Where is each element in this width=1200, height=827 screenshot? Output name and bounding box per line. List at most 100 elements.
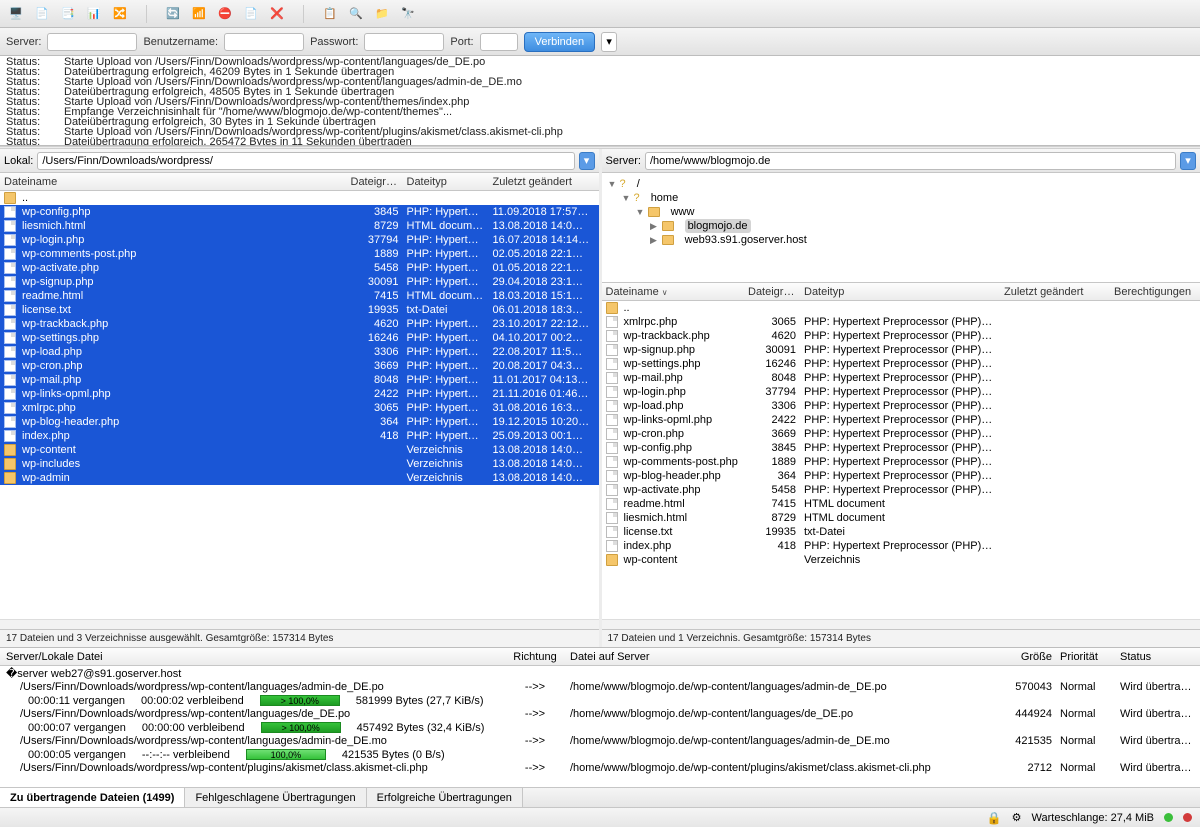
col-size[interactable]: Dateigröße [744, 286, 800, 298]
list-item[interactable]: wp-blog-header.php364PHP: Hypertext Prep… [602, 469, 1200, 483]
toggle-log-icon[interactable]: 📑 [58, 4, 78, 24]
qcol-dir[interactable]: Richtung [500, 651, 570, 663]
list-item[interactable]: xmlrpc.php3065PHP: Hyperte…31.08.2016 16… [0, 401, 599, 415]
col-name[interactable]: Dateiname [0, 176, 347, 188]
remote-scrollbar[interactable] [602, 619, 1200, 629]
list-item[interactable]: xmlrpc.php3065PHP: Hypertext Preprocesso… [602, 315, 1200, 329]
queue-host-row[interactable]: �server web27@s91.goserver.host [0, 666, 1200, 680]
refresh-icon[interactable]: 🔄 [163, 4, 183, 24]
message-log[interactable]: Status:Starte Upload von /Users/Finn/Dow… [0, 56, 1200, 146]
list-item[interactable]: .. [0, 191, 599, 205]
process-queue-icon[interactable]: 📶 [189, 4, 209, 24]
disconnect-icon[interactable]: 📄 [241, 4, 261, 24]
local-label: Lokal: [4, 155, 33, 167]
local-path-dropdown[interactable]: ▾ [579, 152, 595, 170]
list-item[interactable]: wp-config.php3845PHP: Hypertext Preproce… [602, 441, 1200, 455]
queue-item[interactable]: /Users/Finn/Downloads/wordpress/wp-conte… [0, 734, 1200, 748]
list-item[interactable]: .. [602, 301, 1200, 315]
remote-path-bar: Server: ▾ [602, 149, 1200, 173]
list-item[interactable]: wp-contentVerzeichnis13.08.2018 14:0… [0, 443, 599, 457]
list-item[interactable]: wp-signup.php30091PHP: Hyperte…29.04.201… [0, 275, 599, 289]
list-item[interactable]: wp-activate.php5458PHP: Hypertext Prepro… [602, 483, 1200, 497]
list-item[interactable]: readme.html7415HTML document [602, 497, 1200, 511]
qcol-remote[interactable]: Datei auf Server [570, 651, 1000, 663]
remote-tree[interactable]: ▼? / ▼? home ▼ www ▶ blogmojo.de ▶ web93… [602, 173, 1200, 283]
local-file-list[interactable]: ..wp-config.php3845PHP: Hyperte…11.09.20… [0, 191, 599, 619]
col-size[interactable]: Dateigröße [347, 176, 403, 188]
list-item[interactable]: wp-config.php3845PHP: Hyperte…11.09.2018… [0, 205, 599, 219]
col-type[interactable]: Dateityp [800, 286, 1000, 298]
list-item[interactable]: license.txt19935txt-Datei06.01.2018 18:3… [0, 303, 599, 317]
remote-path-dropdown[interactable]: ▾ [1180, 152, 1196, 170]
cancel-icon[interactable]: ⛔ [215, 4, 235, 24]
qcol-file[interactable]: Server/Lokale Datei [0, 651, 500, 663]
search-icon[interactable]: 🔍 [346, 4, 366, 24]
username-label: Benutzername: [143, 36, 218, 48]
connect-button[interactable]: Verbinden [524, 32, 596, 52]
local-path-input[interactable] [37, 152, 574, 170]
list-item[interactable]: index.php418PHP: Hyperte…25.09.2013 00:1… [0, 429, 599, 443]
filter-icon[interactable]: 📋 [320, 4, 340, 24]
server-input[interactable] [47, 33, 137, 51]
tab-success[interactable]: Erfolgreiche Übertragungen [367, 788, 523, 807]
binoculars-icon[interactable]: 🔭 [398, 4, 418, 24]
list-item[interactable]: wp-contentVerzeichnis [602, 553, 1200, 567]
connect-dropdown[interactable]: ▾ [601, 32, 617, 52]
reconnect-icon[interactable]: ❌ [267, 4, 287, 24]
list-item[interactable]: wp-includesVerzeichnis13.08.2018 14:0… [0, 457, 599, 471]
list-item[interactable]: liesmich.html8729HTML document [602, 511, 1200, 525]
list-item[interactable]: wp-settings.php16246PHP: Hypertext Prepr… [602, 357, 1200, 371]
toggle-tree-icon[interactable]: 📊 [84, 4, 104, 24]
quickconnect-icon[interactable]: 📄 [32, 4, 52, 24]
list-item[interactable]: wp-login.php37794PHP: Hyperte…16.07.2018… [0, 233, 599, 247]
remote-file-list[interactable]: ..xmlrpc.php3065PHP: Hypertext Preproces… [602, 301, 1200, 619]
list-item[interactable]: readme.html7415HTML docum…18.03.2018 15:… [0, 289, 599, 303]
list-item[interactable]: liesmich.html8729HTML docum…13.08.2018 1… [0, 219, 599, 233]
qcol-status[interactable]: Status [1120, 651, 1200, 663]
list-item[interactable]: wp-trackback.php4620PHP: Hyperte…23.10.2… [0, 317, 599, 331]
col-modified[interactable]: Zuletzt geändert [1000, 286, 1110, 298]
list-item[interactable]: wp-cron.php3669PHP: Hyperte…20.08.2017 0… [0, 359, 599, 373]
remote-header[interactable]: Dateiname∨ Dateigröße Dateityp Zuletzt g… [602, 283, 1200, 301]
list-item[interactable]: wp-adminVerzeichnis13.08.2018 14:0… [0, 471, 599, 485]
queue-list[interactable]: �server web27@s91.goserver.host/Users/Fi… [0, 666, 1200, 787]
queue-header[interactable]: Server/Lokale Datei Richtung Datei auf S… [0, 648, 1200, 666]
list-item[interactable]: wp-mail.php8048PHP: Hypertext Preprocess… [602, 371, 1200, 385]
port-input[interactable] [480, 33, 518, 51]
col-name[interactable]: Dateiname∨ [602, 286, 745, 298]
col-type[interactable]: Dateityp [403, 176, 489, 188]
list-item[interactable]: wp-trackback.php4620PHP: Hypertext Prepr… [602, 329, 1200, 343]
list-item[interactable]: wp-load.php3306PHP: Hypertext Preprocess… [602, 399, 1200, 413]
sync-browse-icon[interactable]: 🔀 [110, 4, 130, 24]
queue-item[interactable]: /Users/Finn/Downloads/wordpress/wp-conte… [0, 707, 1200, 721]
list-item[interactable]: wp-blog-header.php364PHP: Hyperte…19.12.… [0, 415, 599, 429]
local-header[interactable]: Dateiname Dateigröße Dateityp Zuletzt ge… [0, 173, 599, 191]
username-input[interactable] [224, 33, 304, 51]
remote-path-input[interactable] [645, 152, 1176, 170]
list-item[interactable]: wp-load.php3306PHP: Hyperte…22.08.2017 1… [0, 345, 599, 359]
col-modified[interactable]: Zuletzt geändert [489, 176, 599, 188]
list-item[interactable]: wp-login.php37794PHP: Hypertext Preproce… [602, 385, 1200, 399]
list-item[interactable]: wp-mail.php8048PHP: Hyperte…11.01.2017 0… [0, 373, 599, 387]
list-item[interactable]: wp-activate.php5458PHP: Hyperte…01.05.20… [0, 261, 599, 275]
list-item[interactable]: wp-links-opml.php2422PHP: Hyperte…21.11.… [0, 387, 599, 401]
list-item[interactable]: wp-comments-post.php1889PHP: Hypertext P… [602, 455, 1200, 469]
list-item[interactable]: wp-settings.php16246PHP: Hyperte…04.10.2… [0, 331, 599, 345]
list-item[interactable]: wp-cron.php3669PHP: Hypertext Preprocess… [602, 427, 1200, 441]
col-permissions[interactable]: Berechtigungen [1110, 286, 1200, 298]
qcol-size[interactable]: Größe [1000, 651, 1060, 663]
tab-failed[interactable]: Fehlgeschlagene Übertragungen [185, 788, 366, 807]
tab-queued[interactable]: Zu übertragende Dateien (1499) [0, 788, 185, 807]
list-item[interactable]: wp-links-opml.php2422PHP: Hypertext Prep… [602, 413, 1200, 427]
list-item[interactable]: license.txt19935txt-Datei [602, 525, 1200, 539]
local-scrollbar[interactable] [0, 619, 599, 629]
compare-icon[interactable]: 📁 [372, 4, 392, 24]
list-item[interactable]: wp-signup.php30091PHP: Hypertext Preproc… [602, 343, 1200, 357]
queue-item[interactable]: /Users/Finn/Downloads/wordpress/wp-conte… [0, 680, 1200, 694]
qcol-prio[interactable]: Priorität [1060, 651, 1120, 663]
queue-item[interactable]: /Users/Finn/Downloads/wordpress/wp-conte… [0, 761, 1200, 775]
list-item[interactable]: wp-comments-post.php1889PHP: Hyperte…02.… [0, 247, 599, 261]
site-manager-icon[interactable]: 🖥️ [6, 4, 26, 24]
list-item[interactable]: index.php418PHP: Hypertext Preprocessor … [602, 539, 1200, 553]
password-input[interactable] [364, 33, 444, 51]
